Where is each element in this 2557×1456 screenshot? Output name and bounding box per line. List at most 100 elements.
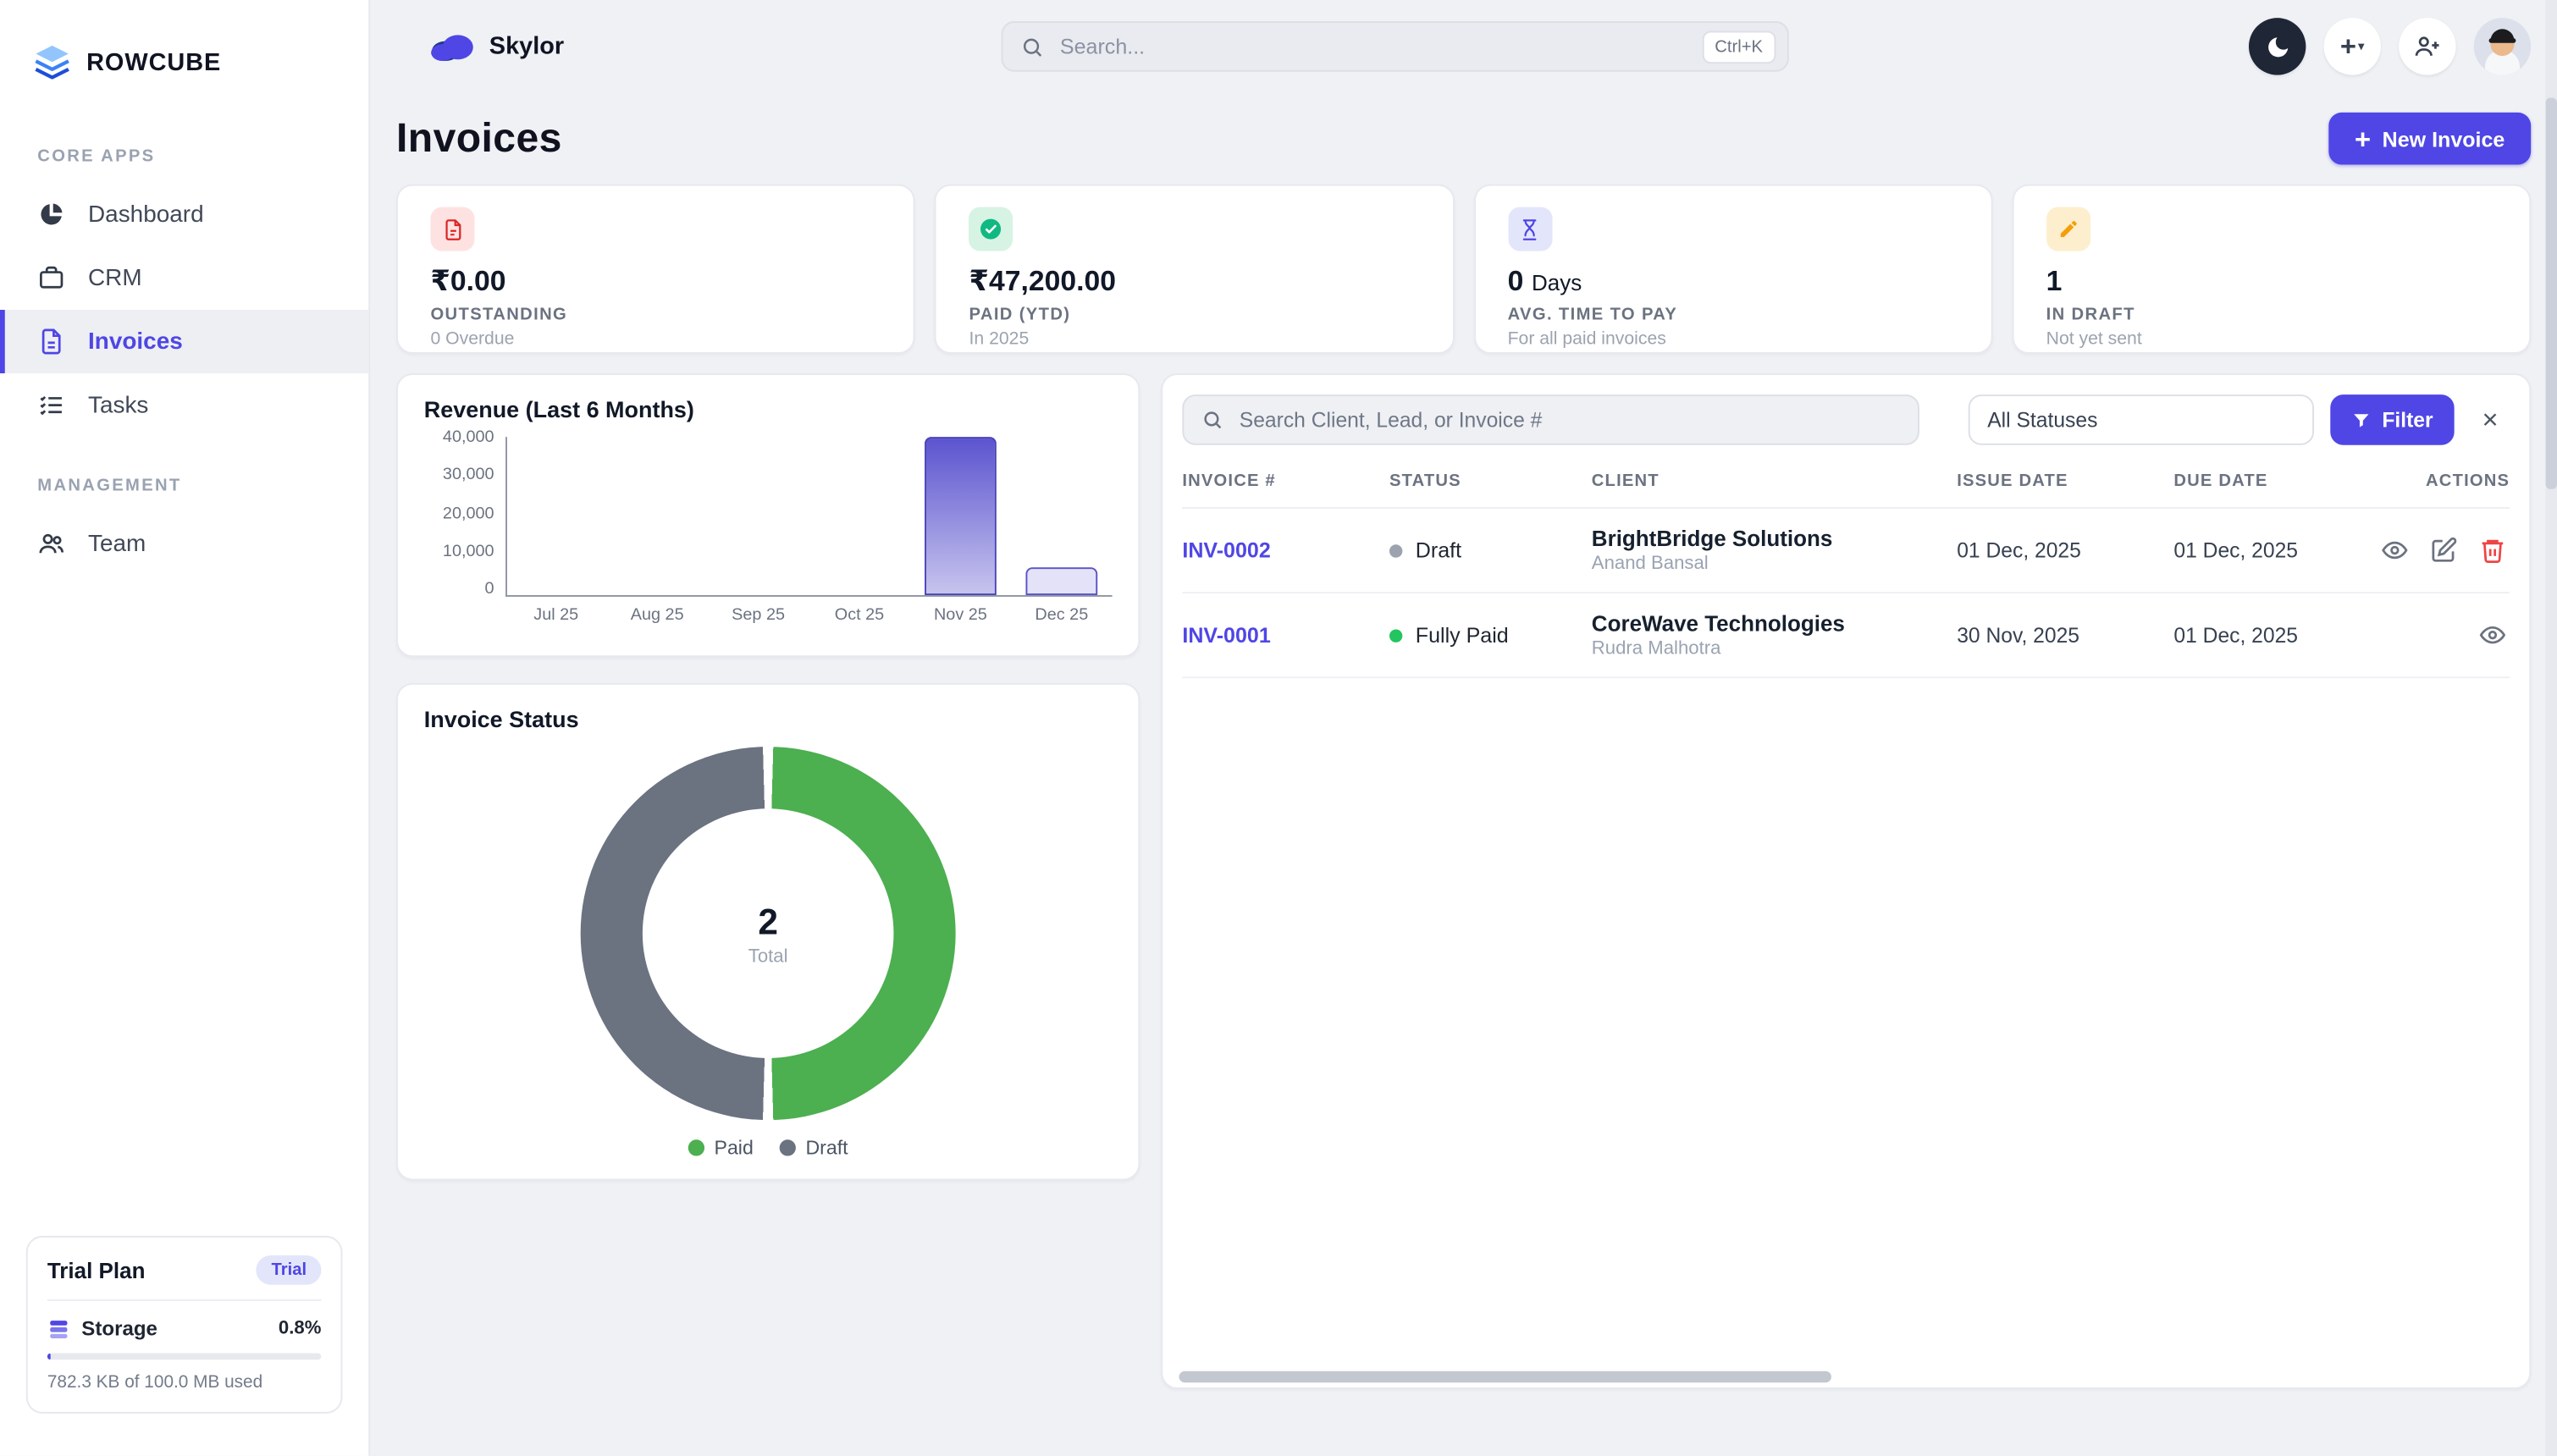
invoice-search[interactable] <box>1182 394 1919 445</box>
quick-add-button[interactable]: + ▾ <box>2324 18 2381 74</box>
table-row-inv-0001[interactable]: INV-0001 Fully Paid CoreWave Technologie… <box>1182 593 2510 678</box>
issue-date: 01 Dec, 2025 <box>1957 538 2173 563</box>
col-actions: ACTIONS <box>2379 472 2510 491</box>
theme-toggle-button[interactable] <box>2249 18 2306 74</box>
filter-button[interactable]: Filter <box>2330 394 2455 445</box>
dashboard-pie-icon <box>37 201 65 229</box>
user-avatar[interactable] <box>2474 18 2531 74</box>
legend-paid: Paid <box>688 1136 754 1159</box>
invoice-link[interactable]: INV-0002 <box>1182 538 1389 563</box>
table-row-inv-0002[interactable]: INV-0002 Draft BrightBridge Solutions An… <box>1182 509 2510 593</box>
moon-icon <box>2264 33 2290 59</box>
tasks-list-icon <box>37 391 65 419</box>
storage-icon <box>47 1317 70 1340</box>
legend-draft: Draft <box>780 1136 848 1159</box>
sidebar: ROWCUBE CORE APPS Dashboard CRM Invoices <box>0 0 370 1456</box>
page-header: Invoices + New Invoice <box>396 113 2531 165</box>
sidebar-item-tasks[interactable]: Tasks <box>0 373 368 437</box>
col-due-date: DUE DATE <box>2173 472 2379 491</box>
avatar-image <box>2474 18 2531 74</box>
storage-label: Storage <box>81 1317 157 1340</box>
sidebar-item-label: CRM <box>88 265 142 291</box>
edit-invoice-button[interactable] <box>2430 537 2458 565</box>
plan-badge: Trial <box>257 1255 321 1285</box>
client-cell: BrightBridge Solutions Anand Bansal <box>1592 527 1957 574</box>
bar-plot-area <box>505 437 1112 597</box>
vertical-scrollbar-track[interactable] <box>2546 0 2557 1456</box>
status-dot <box>1389 628 1402 641</box>
global-search[interactable]: Ctrl+K <box>1002 21 1789 72</box>
col-invoice: INVOICE # <box>1182 472 1389 491</box>
sidebar-item-label: Team <box>88 531 146 557</box>
invoice-file-icon <box>37 328 65 356</box>
due-date: 01 Dec, 2025 <box>2173 538 2379 563</box>
workspace-logo[interactable]: ROWCUBE <box>0 0 368 134</box>
col-client: CLIENT <box>1592 472 1957 491</box>
invoice-link[interactable]: INV-0001 <box>1182 623 1389 648</box>
invoice-status-donut: 2 Total <box>581 747 956 1120</box>
col-status: STATUS <box>1389 472 1592 491</box>
workspace-name: ROWCUBE <box>86 48 221 76</box>
sidebar-item-team[interactable]: Team <box>0 512 368 576</box>
legend-paid-dot <box>688 1139 704 1155</box>
product-brand[interactable]: Skylor <box>428 31 565 63</box>
funnel-icon <box>2351 410 2371 429</box>
due-date: 01 Dec, 2025 <box>2173 623 2379 648</box>
page-title: Invoices <box>396 115 562 163</box>
invoice-search-input[interactable] <box>1236 406 1900 434</box>
plan-title: Trial Plan <box>47 1258 146 1282</box>
search-icon <box>1021 35 1044 58</box>
col-issue-date: ISSUE DATE <box>1957 472 2173 491</box>
sidebar-section-management: MANAGEMENT <box>0 463 368 512</box>
vertical-scrollbar-thumb[interactable] <box>2546 98 2557 489</box>
table-header: INVOICE # STATUS CLIENT ISSUE DATE DUE D… <box>1182 472 2510 509</box>
sidebar-item-label: Invoices <box>88 328 183 355</box>
topbar: Skylor Ctrl+K + ▾ <box>370 0 2557 93</box>
status-text: Fully Paid <box>1416 623 1509 648</box>
invoice-filter-bar: All Statuses Filter × <box>1182 394 2510 445</box>
x-axis-labels: Jul 25 Aug 25 Sep 25 Oct 25 Nov 25 Dec 2… <box>505 606 1112 624</box>
horizontal-scrollbar[interactable] <box>1179 1371 1831 1382</box>
sidebar-item-label: Tasks <box>88 392 148 418</box>
plus-icon: + <box>2340 33 2356 61</box>
charts-column: Revenue (Last 6 Months) 40,000 30,000 20… <box>396 373 1140 1180</box>
storage-percentage: 0.8% <box>279 1319 321 1338</box>
donut-total-label: Total <box>748 946 788 966</box>
global-search-input[interactable] <box>1057 33 1688 61</box>
storage-progress-fill <box>47 1354 51 1360</box>
invoice-list-panel: All Statuses Filter × INVOICE # <box>1161 373 2531 1389</box>
stat-card-avg-time-to-pay: 0Days AVG. TIME TO PAY For all paid invo… <box>1473 185 1992 354</box>
storage-usage-text: 782.3 KB of 100.0 MB used <box>47 1373 322 1393</box>
view-invoice-button[interactable] <box>2381 537 2409 565</box>
stat-card-in-draft: 1 IN DRAFT Not yet sent <box>2012 185 2531 354</box>
sidebar-item-invoices[interactable]: Invoices <box>0 310 368 373</box>
skylor-cloud-icon <box>428 31 477 63</box>
plus-icon: + <box>2355 124 2371 152</box>
stats-row: ₹0.00 OUTSTANDING 0 Overdue ₹47,200.00 P… <box>396 185 2531 354</box>
view-invoice-button[interactable] <box>2479 621 2507 649</box>
storage-progressbar <box>47 1354 322 1360</box>
donut-total-value: 2 <box>758 901 778 943</box>
row-actions <box>2379 621 2510 649</box>
status-cell: Draft <box>1389 538 1592 563</box>
status-filter-select[interactable]: All Statuses <box>1968 394 2313 445</box>
filter-label: Filter <box>2382 408 2433 433</box>
dashboard-grid: Revenue (Last 6 Months) 40,000 30,000 20… <box>396 373 2531 1389</box>
delete-invoice-button[interactable] <box>2479 537 2507 565</box>
invite-user-button[interactable] <box>2399 18 2455 74</box>
sidebar-item-dashboard[interactable]: Dashboard <box>0 183 368 246</box>
pencil-icon <box>2046 207 2090 251</box>
content: Invoices + New Invoice ₹0.00 OUTSTANDING… <box>370 93 2557 1456</box>
stat-label: OUTSTANDING <box>430 305 881 324</box>
plan-card: Trial Plan Trial Storage 0.8% 782.3 KB o… <box>26 1236 343 1414</box>
sidebar-item-crm[interactable]: CRM <box>0 246 368 310</box>
sidebar-section-core-apps: CORE APPS <box>0 134 368 183</box>
stat-sub: For all paid invoices <box>1508 329 1958 349</box>
new-invoice-button[interactable]: + New Invoice <box>2328 113 2531 165</box>
stat-value: 0 <box>1508 264 1524 298</box>
bar-dec <box>1026 566 1098 595</box>
stat-value: 1 <box>2046 264 2063 298</box>
stat-card-paid-ytd: ₹47,200.00 PAID (YTD) In 2025 <box>935 185 1454 354</box>
close-filter-button[interactable]: × <box>2471 400 2510 439</box>
invoice-status-title: Invoice Status <box>424 706 1113 732</box>
